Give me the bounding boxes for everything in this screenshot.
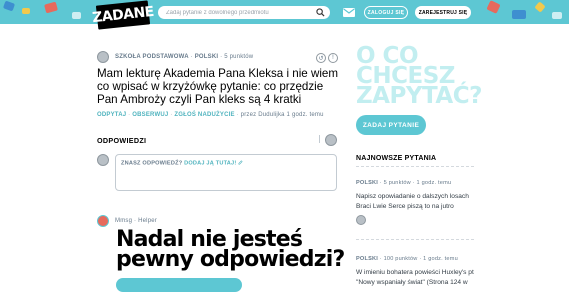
ask-question-button[interactable]: ZADAJ PYTANIE <box>356 115 426 135</box>
newest-item-time: 1 godz. temu <box>416 180 452 186</box>
question-text: Mam lekturę Akademia Pana Kleksa i nie w… <box>97 67 339 107</box>
search-input[interactable] <box>166 9 316 16</box>
newest-item-points: 100 punktów <box>383 256 418 262</box>
helper-meta: Mmsg · Helper <box>115 218 157 224</box>
login-button[interactable]: ZALOGUJ SIĘ <box>364 6 408 19</box>
school-level[interactable]: SZKOŁA PODSTAWOWA <box>115 54 189 60</box>
decor-shape <box>22 8 30 14</box>
decor-shape <box>534 1 546 13</box>
divider <box>319 135 320 143</box>
decor-shape <box>552 12 562 19</box>
logo-text: ZADANE <box>91 3 155 27</box>
author-avatar[interactable] <box>97 51 109 63</box>
newest-item-time: 1 godz. temu <box>423 256 458 262</box>
follow-icon[interactable]: ↺ <box>316 53 326 63</box>
newest-questions-heading: NAJNOWSZE PYTANIA <box>356 155 437 162</box>
search-bar[interactable] <box>158 6 330 19</box>
promo-button[interactable] <box>116 278 242 292</box>
ask-headline-text: O CO CHCESZ ZAPYTAĆ? <box>356 43 482 109</box>
mail-icon[interactable] <box>343 8 355 17</box>
report-icon[interactable]: ! <box>328 53 338 63</box>
newest-item-points: 5 punktów <box>383 180 411 186</box>
divider <box>356 239 474 240</box>
question-actions: ODPYTAJ · OBSERWUJ · ZGŁOŚ NADUŻYCIE · p… <box>97 112 324 118</box>
promo-headline: Nadal nie jesteś pewny odpowiedzi? <box>116 227 345 272</box>
add-answer-link[interactable]: DODAJ JĄ TUTAJ! <box>184 161 236 167</box>
decor-shape <box>72 12 81 19</box>
current-user-avatar <box>97 154 109 166</box>
action-report[interactable]: ZGŁOŚ NADUŻYCIE <box>174 112 234 118</box>
ask-headline: O CO CHCESZ ZAPYTAĆ? <box>356 43 482 109</box>
answer-prompt-text: ZNASZ ODPOWIEDŹ? <box>121 160 183 167</box>
question-meta: SZKOŁA PODSTAWOWA · POLSKI · 5 punktów <box>115 54 253 60</box>
newest-item-subject[interactable]: POLSKI <box>356 180 378 186</box>
register-button[interactable]: ZAREJESTRUJ SIĘ <box>415 6 471 19</box>
newest-item-meta: POLSKI · 100 punktów · 1 godz. temu <box>356 256 458 262</box>
newest-item-text[interactable]: W imieniu bohatera powieści Huxley's pt … <box>356 268 474 287</box>
divider <box>356 166 474 167</box>
decor-shape <box>512 10 526 19</box>
points: 5 punktów <box>224 54 254 60</box>
subject[interactable]: POLSKI <box>195 54 219 60</box>
pencil-icon <box>238 160 243 165</box>
decor-shape <box>2 0 16 12</box>
helper-name: Mmsg <box>115 218 133 224</box>
newest-item-subject[interactable]: POLSKI <box>356 256 378 262</box>
answers-heading: ODPOWIEDZI <box>97 136 147 145</box>
newest-item-avatar[interactable] <box>356 215 366 225</box>
search-icon[interactable] <box>316 8 325 17</box>
site-logo[interactable]: ZADANE <box>91 0 155 30</box>
action-obserwuj[interactable]: OBSERWUJ <box>132 112 168 118</box>
action-odpytaj[interactable]: ODPYTAJ <box>97 112 126 118</box>
helper-avatar <box>97 215 109 227</box>
user-avatar[interactable] <box>325 134 337 146</box>
newest-item-text[interactable]: Napisz opowiadanie o dalszych losach Bra… <box>356 192 474 211</box>
decor-shape <box>486 0 501 14</box>
answer-input-box[interactable]: ZNASZ ODPOWIEDŹ? DODAJ JĄ TUTAJ! <box>115 154 337 191</box>
top-bar: ZALOGUJ SIĘ ZAREJESTRUJ SIĘ <box>0 0 569 24</box>
newest-item-meta: POLSKI · 5 punktów · 1 godz. temu <box>356 180 451 186</box>
helper-role: Helper <box>138 218 157 224</box>
decor-shape <box>44 1 58 14</box>
asked-by: przez Dudulijka 1 godz. temu <box>240 112 324 118</box>
answer-prompt: ZNASZ ODPOWIEDŹ? DODAJ JĄ TUTAJ! <box>121 160 243 167</box>
